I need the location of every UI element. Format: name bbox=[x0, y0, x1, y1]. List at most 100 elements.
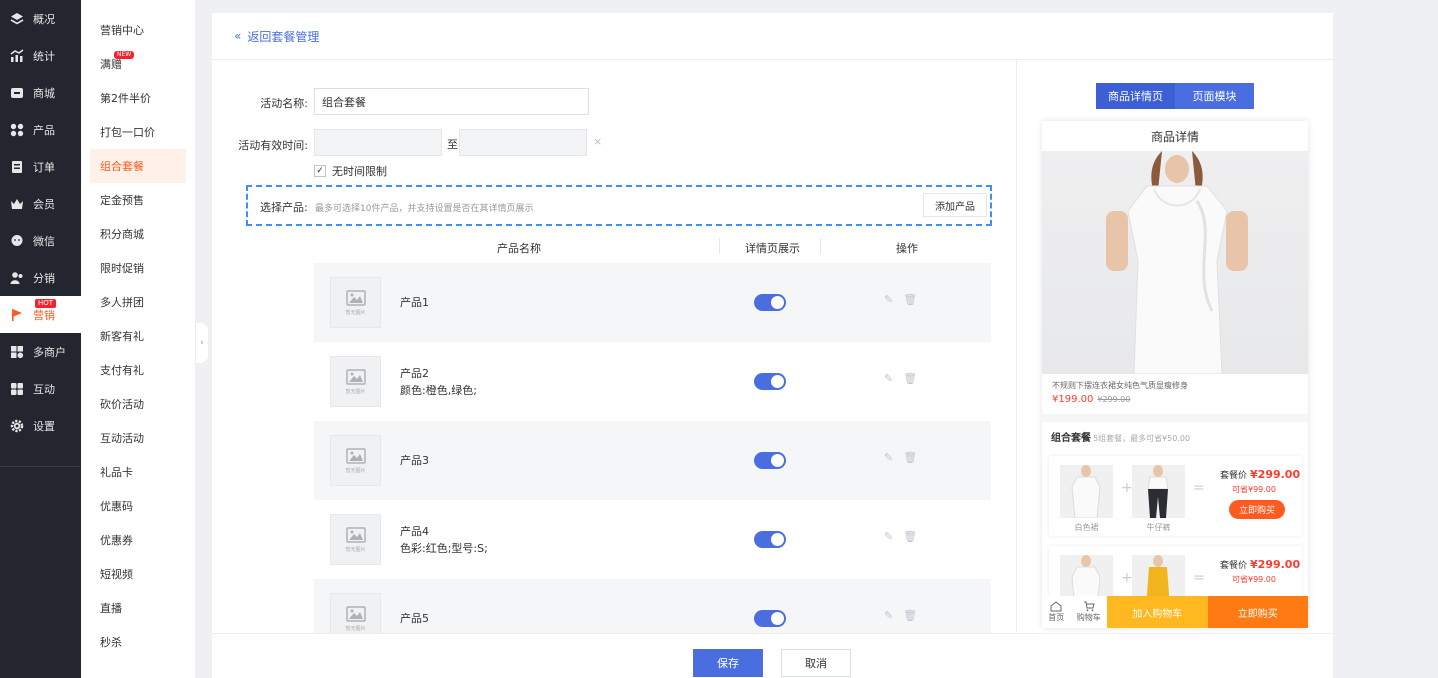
nav-item-stats[interactable]: 统计 bbox=[0, 37, 81, 74]
edit-icon[interactable]: ✎ bbox=[884, 451, 893, 464]
product-name-cell: 产品5 bbox=[400, 610, 429, 627]
subnav-item-pay-gift[interactable]: 支付有礼 bbox=[81, 353, 195, 387]
image-placeholder-icon bbox=[345, 526, 366, 543]
product-price-line: ¥199.00 ¥299.00 bbox=[1052, 394, 1298, 405]
name-input[interactable]: 组合套餐 bbox=[314, 88, 589, 115]
subnav-item-promo-code[interactable]: 优惠码 bbox=[81, 489, 195, 523]
nav-item-interaction[interactable]: 互动 bbox=[0, 370, 81, 407]
home-shortcut[interactable]: 首页 bbox=[1048, 601, 1064, 623]
nav-item-store[interactable]: 商城 bbox=[0, 74, 81, 111]
detail-show-toggle[interactable] bbox=[754, 452, 786, 469]
chevron-left-icon: ‹ bbox=[200, 338, 204, 348]
cart-shortcut[interactable]: 购物车 bbox=[1077, 601, 1101, 623]
plus-icon: + bbox=[1121, 480, 1133, 496]
nav-item-overview[interactable]: 概况 bbox=[0, 0, 81, 37]
combo-title: 组合套餐 bbox=[1051, 433, 1091, 444]
distribution-icon bbox=[9, 270, 24, 285]
nav-label: 微信 bbox=[33, 234, 55, 248]
time-label: 活动有效时间: bbox=[238, 139, 308, 152]
product-name-cell: 产品1 bbox=[400, 294, 429, 311]
edit-icon[interactable]: ✎ bbox=[884, 530, 893, 543]
subnav-item-marketing-center[interactable]: 营销中心 bbox=[81, 13, 195, 47]
subnav-item-combo[interactable]: 组合套餐 bbox=[90, 149, 186, 183]
nav-item-orders[interactable]: 订单 bbox=[0, 148, 81, 185]
image-placeholder-icon bbox=[345, 605, 366, 622]
subnav-item-presale[interactable]: 定金预售 bbox=[81, 183, 195, 217]
cancel-button[interactable]: 取消 bbox=[781, 649, 851, 677]
detail-show-toggle[interactable] bbox=[754, 610, 786, 627]
collapse-toggle[interactable]: ‹ bbox=[196, 323, 208, 363]
edit-icon[interactable]: ✎ bbox=[884, 372, 893, 385]
tab-page-module[interactable]: 页面模块 bbox=[1175, 83, 1254, 109]
end-date-input[interactable] bbox=[459, 129, 587, 156]
no-limit-checkbox[interactable]: ✓ 无时间限制 bbox=[314, 163, 387, 179]
col-separator bbox=[719, 238, 720, 254]
nav-divider bbox=[0, 466, 81, 467]
subnav-item-gift[interactable]: 满赠 NEW bbox=[81, 47, 195, 81]
back-link[interactable]: « 返回套餐管理 bbox=[212, 13, 1333, 60]
tab-label: 商品详情页 bbox=[1108, 90, 1163, 103]
subnav-item-group-buy[interactable]: 多人拼团 bbox=[81, 285, 195, 319]
table-row: 暂无图片 产品2 颜色:橙色,绿色; ✎ 🗑 bbox=[314, 342, 991, 421]
clear-icon[interactable]: × bbox=[593, 135, 602, 148]
subnav-item-points-mall[interactable]: 积分商城 bbox=[81, 217, 195, 251]
subnav-item-bundle-price[interactable]: 打包一口价 bbox=[81, 115, 195, 149]
placeholder-text: 暂无图片 bbox=[345, 388, 366, 395]
home-icon bbox=[1050, 601, 1062, 612]
add-product-button[interactable]: 添加产品 bbox=[923, 193, 987, 217]
nav-item-members[interactable]: 会员 bbox=[0, 185, 81, 222]
detail-show-toggle[interactable] bbox=[754, 531, 786, 548]
subnav-item-short-video[interactable]: 短视频 bbox=[81, 557, 195, 591]
add-to-cart-button[interactable]: 加入购物车 bbox=[1107, 596, 1208, 628]
subnav-item-interactive[interactable]: 互动活动 bbox=[81, 421, 195, 455]
subnav-item-second-half[interactable]: 第2件半价 bbox=[81, 81, 195, 115]
edit-icon[interactable]: ✎ bbox=[884, 293, 893, 306]
edit-icon[interactable]: ✎ bbox=[884, 609, 893, 622]
nav-item-products[interactable]: 产品 bbox=[0, 111, 81, 148]
subnav-item-new-customer[interactable]: 新客有礼 bbox=[81, 319, 195, 353]
nav-item-marketing[interactable]: 营销 HOT bbox=[0, 296, 81, 333]
tab-label: 页面模块 bbox=[1192, 90, 1237, 103]
double-chevron-left-icon: « bbox=[234, 29, 242, 43]
select-label: 选择产品: bbox=[260, 201, 308, 214]
subnav-label: 新客有礼 bbox=[100, 330, 144, 343]
detail-show-toggle[interactable] bbox=[754, 373, 786, 390]
start-date-input[interactable] bbox=[314, 129, 442, 156]
nav-item-merchant[interactable]: 多商户 bbox=[0, 333, 81, 370]
placeholder-text: 暂无图片 bbox=[345, 625, 366, 632]
combo-item-image bbox=[1132, 465, 1185, 518]
nav-item-distribution[interactable]: 分销 bbox=[0, 259, 81, 296]
subnav-item-coupon[interactable]: 优惠券 bbox=[81, 523, 195, 557]
main-panel: « 返回套餐管理 活动名称: 组合套餐 活动有效时间: 至 × ✓ 无时间限制 … bbox=[212, 13, 1333, 678]
tab-product-detail[interactable]: 商品详情页 bbox=[1096, 83, 1175, 109]
back-link-label: 返回套餐管理 bbox=[247, 29, 320, 44]
delete-icon[interactable]: 🗑 bbox=[903, 530, 917, 543]
subnav-item-live[interactable]: 直播 bbox=[81, 591, 195, 625]
subnav-label: 砍价活动 bbox=[100, 398, 144, 411]
combo-saving: 可省¥99.00 bbox=[1232, 575, 1276, 584]
product-thumbnail: 暂无图片 bbox=[330, 435, 381, 486]
interaction-icon bbox=[9, 381, 24, 396]
buy-now-button[interactable]: 立即购买 bbox=[1207, 596, 1308, 628]
subnav-item-flash-sale[interactable]: 限时促销 bbox=[81, 251, 195, 285]
product-thumbnail: 暂无图片 bbox=[330, 277, 381, 328]
combo-buy-button[interactable]: 立即购买 bbox=[1229, 500, 1285, 519]
subnav-item-gift-card[interactable]: 礼品卡 bbox=[81, 455, 195, 489]
layers-icon bbox=[9, 11, 24, 26]
time-separator: 至 bbox=[447, 138, 458, 151]
subnav-item-bargain[interactable]: 砍价活动 bbox=[81, 387, 195, 421]
delete-icon[interactable]: 🗑 bbox=[903, 293, 917, 306]
combo-price: ¥299.00 bbox=[1250, 558, 1301, 571]
table-row: 暂无图片 产品3 ✎ 🗑 bbox=[314, 421, 991, 500]
combo-price-line: 套餐价 ¥299.00 bbox=[1220, 558, 1300, 571]
delete-icon[interactable]: 🗑 bbox=[903, 451, 917, 464]
nav-item-wechat[interactable]: 微信 bbox=[0, 222, 81, 259]
delete-icon[interactable]: 🗑 bbox=[903, 372, 917, 385]
save-button[interactable]: 保存 bbox=[693, 649, 763, 677]
delete-icon[interactable]: 🗑 bbox=[903, 609, 917, 622]
combo-subtitle: 5组套餐，最多可省¥50.00 bbox=[1093, 434, 1191, 443]
save-label: 保存 bbox=[717, 657, 739, 670]
detail-show-toggle[interactable] bbox=[754, 294, 786, 311]
nav-item-settings[interactable]: 设置 bbox=[0, 407, 81, 444]
subnav-item-seckill[interactable]: 秒杀 bbox=[81, 625, 195, 659]
